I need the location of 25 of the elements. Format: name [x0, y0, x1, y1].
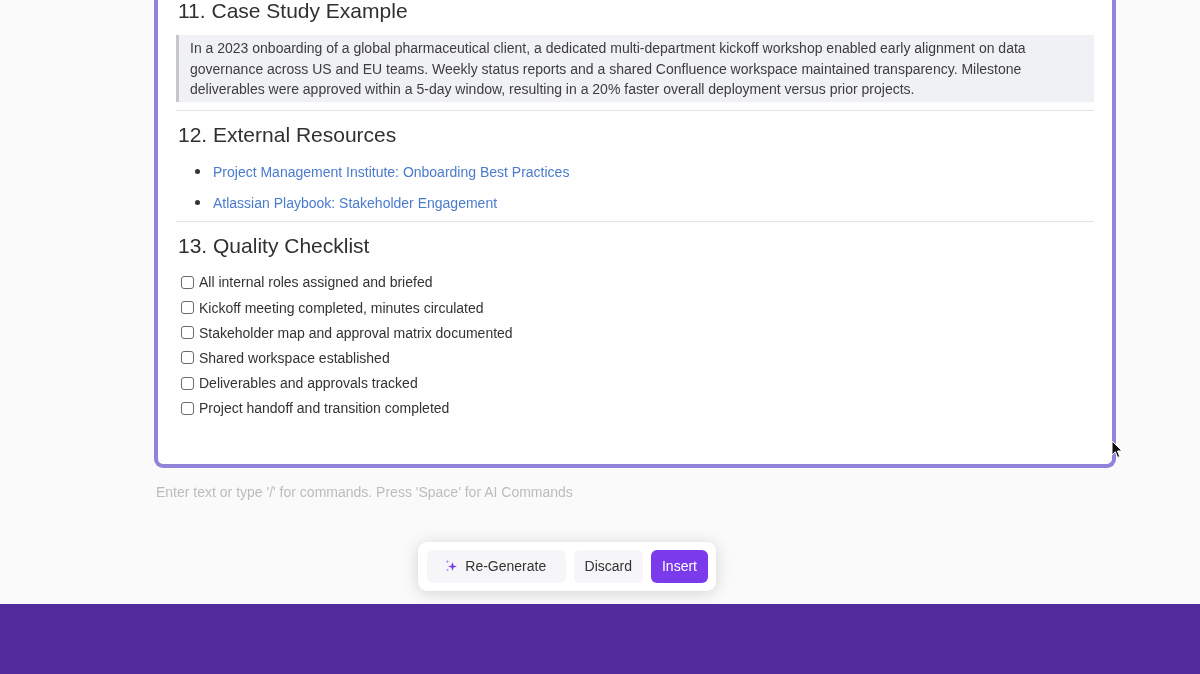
- checkbox[interactable]: [181, 376, 194, 390]
- checklist-item-label: Kickoff meeting completed, minutes circulated: [199, 298, 484, 318]
- checkbox[interactable]: [181, 401, 194, 415]
- checklist-item-label: Stakeholder map and approval matrix documented: [199, 323, 513, 343]
- resource-link[interactable]: Project Management Institute: Onboarding Best Practices: [213, 161, 570, 182]
- section-heading: 12. External Resources: [178, 122, 398, 147]
- section-heading: 13. Quality Checklist: [178, 233, 371, 258]
- insert-button[interactable]: Insert: [651, 549, 708, 583]
- checklist-item-label: Project handoff and transition completed: [199, 399, 450, 419]
- checkbox[interactable]: [181, 326, 194, 340]
- prompt-input[interactable]: Enter text or type '/' for commands. Press 'Space' for AI Commands: [154, 481, 854, 502]
- bullet-icon: [195, 169, 200, 175]
- checkbox[interactable]: [181, 351, 194, 365]
- case-study-quote: In a 2023 onboarding of a global pharmaceutical client, a dedicated multi-department kickoff workshop enabled early alignment on data governance across US and EU teams. Weekly status reports and a shared Confluence workspace maintained transparency. Milestone deliverables were approved within a 5-day window, resulting in a 20% faster overall deployment versus prior projects.: [176, 35, 1094, 102]
- checklist-item-label: Deliverables and approvals tracked: [199, 374, 418, 394]
- sparkle-icon: [445, 559, 459, 574]
- checkbox[interactable]: [181, 275, 194, 289]
- bullet-icon: [195, 200, 200, 206]
- checklist-item-label: All internal roles assigned and briefed: [199, 273, 433, 293]
- section-heading: 11. Case Study Example: [178, 0, 409, 23]
- checkbox[interactable]: [181, 301, 194, 315]
- checklist-item-label: Shared workspace established: [199, 348, 390, 368]
- regenerate-button[interactable]: Re-Generate: [427, 549, 566, 583]
- discard-button[interactable]: Discard: [573, 549, 643, 583]
- resource-link[interactable]: Atlassian Playbook: Stakeholder Engagement: [213, 192, 498, 213]
